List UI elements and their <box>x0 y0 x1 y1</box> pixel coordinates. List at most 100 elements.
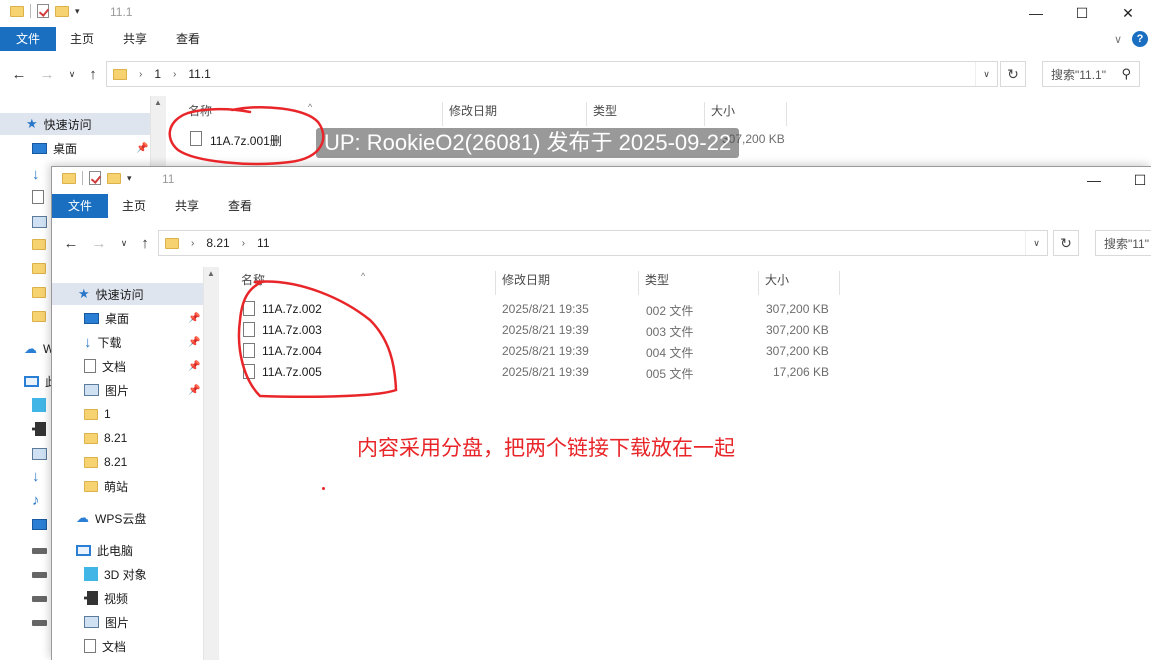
new-folder-icon[interactable] <box>107 172 121 184</box>
maximize-button[interactable]: ☐ <box>1059 0 1105 26</box>
back-button[interactable]: ← <box>10 64 28 84</box>
search-input[interactable]: 搜索"11" <box>1095 230 1151 256</box>
annotation-text: 内容采用分盘，把两个链接下载放在一起 <box>357 437 735 460</box>
nav-pc-documents[interactable]: 文档 <box>84 635 202 657</box>
folder-icon <box>10 5 24 17</box>
file-type: 005 文件 <box>646 367 694 381</box>
column-type[interactable]: 类型 <box>645 271 669 288</box>
forward-button[interactable]: → <box>90 233 108 253</box>
nav-folder-mengzhan[interactable]: 萌站 <box>84 475 202 497</box>
nav-3d-objects[interactable]: 3D 对象 <box>84 563 202 585</box>
picture-icon <box>84 384 99 396</box>
table-row[interactable]: 11A.7z.004 2025/8/21 19:39 004 文件 307,20… <box>221 341 901 362</box>
nav-folder-1[interactable]: 1 <box>84 403 202 425</box>
close-button[interactable]: ✕ <box>1105 0 1151 26</box>
table-row[interactable]: 11A.7z.002 2025/8/21 19:35 002 文件 307,20… <box>221 299 901 320</box>
address-bar[interactable]: › 1 › 11.1 ∨ <box>106 61 998 87</box>
nav-quick-access[interactable]: ★ 快速访问 <box>52 283 203 305</box>
tab-home[interactable]: 主页 <box>70 27 94 51</box>
nav-folder-8-21-b[interactable]: 8.21 <box>84 451 202 473</box>
address-bar[interactable]: › 8.21 › 11 ∨ <box>158 230 1048 256</box>
table-row[interactable]: 11A.7z.005 2025/8/21 19:39 005 文件 17,206… <box>221 362 901 383</box>
nav-this-pc[interactable]: 此电脑 <box>76 539 202 561</box>
breadcrumb-item[interactable]: 11.1 <box>188 67 210 81</box>
drive-icon <box>32 596 47 602</box>
drive-icon <box>32 620 47 626</box>
column-type[interactable]: 类型 <box>593 102 617 119</box>
customize-toolbar-icon[interactable]: ▾ <box>127 173 132 184</box>
folder-icon <box>84 456 98 468</box>
nav-folder-8-21[interactable]: 8.21 <box>84 427 202 449</box>
minimize-button[interactable]: — <box>1071 167 1117 193</box>
video-icon <box>84 591 98 605</box>
breadcrumb-item[interactable]: 8.21 <box>206 236 229 250</box>
nav-desktop[interactable]: 桌面 📌 <box>84 307 202 329</box>
folder-icon <box>84 432 98 444</box>
nav-desktop[interactable]: 桌面 📌 <box>32 137 150 159</box>
annotation-dot <box>322 487 325 490</box>
tab-view[interactable]: 查看 <box>228 194 252 218</box>
column-date[interactable]: 修改日期 <box>449 102 497 119</box>
nav-documents[interactable]: 文档 📌 <box>84 355 202 377</box>
customize-toolbar-icon[interactable]: ▾ <box>75 6 80 17</box>
back-button[interactable]: ← <box>62 233 80 253</box>
column-size[interactable]: 大小 <box>765 271 789 288</box>
up-button[interactable]: ↑ <box>84 64 102 84</box>
tab-home[interactable]: 主页 <box>122 194 146 218</box>
maximize-button[interactable]: ☐ <box>1117 167 1151 193</box>
minimize-button[interactable]: — <box>1013 0 1059 26</box>
folder-icon <box>32 263 46 274</box>
explorer-window-front: ▾ 11 — ☐ 文件 主页 共享 查看 ← → ∨ ↑ › 8.21 › 11… <box>51 166 1151 660</box>
column-date[interactable]: 修改日期 <box>502 271 550 288</box>
new-folder-icon[interactable] <box>55 5 69 17</box>
pin-icon[interactable]: 📌 <box>188 313 200 324</box>
folder-icon <box>32 287 46 298</box>
up-button[interactable]: ↑ <box>136 233 154 253</box>
title-bar: ▾ 11.1 — ☐ ✕ <box>0 0 1151 26</box>
sort-ascending-icon: ^ <box>361 271 366 281</box>
3d-objects-icon <box>84 567 98 581</box>
recent-locations-button[interactable]: ∨ <box>115 233 133 253</box>
breadcrumb-item[interactable]: 1 <box>154 67 161 81</box>
picture-icon <box>32 448 47 460</box>
column-name[interactable]: 名称 <box>241 271 265 288</box>
tab-file[interactable]: 文件 <box>52 194 108 218</box>
download-icon: ↓ <box>32 468 40 485</box>
nav-downloads[interactable]: ↓ 下载 📌 <box>84 331 202 353</box>
column-name[interactable]: 名称 <box>188 102 212 119</box>
properties-icon[interactable] <box>37 4 49 18</box>
recent-locations-button[interactable]: ∨ <box>63 64 81 84</box>
tab-share[interactable]: 共享 <box>123 27 147 51</box>
file-icon <box>243 322 255 337</box>
search-input[interactable]: 搜索"11.1" ⚲ <box>1042 61 1140 87</box>
breadcrumb-item[interactable]: 11 <box>257 236 269 250</box>
tab-file[interactable]: 文件 <box>0 27 56 51</box>
properties-icon[interactable] <box>89 171 101 185</box>
address-dropdown-icon[interactable]: ∨ <box>1025 231 1047 255</box>
column-size[interactable]: 大小 <box>711 102 735 119</box>
nav-wps-cloud[interactable]: ☁ WPS云盘 <box>76 507 202 529</box>
pin-icon[interactable]: 📌 <box>188 385 200 396</box>
nav-videos[interactable]: 视频 <box>84 587 202 609</box>
computer-icon <box>24 375 39 387</box>
ribbon-tabs: 文件 主页 共享 查看 ∨ ? <box>0 27 1151 51</box>
nav-quick-access[interactable]: ★ 快速访问 <box>0 113 150 135</box>
forward-button[interactable]: → <box>38 64 56 84</box>
nav-wps-cloud[interactable]: ☁ W <box>24 338 54 360</box>
expand-ribbon-icon[interactable]: ∨ <box>1114 33 1122 46</box>
pin-icon[interactable]: 📌 <box>188 361 200 372</box>
table-row[interactable]: 11A.7z.003 2025/8/21 19:39 003 文件 307,20… <box>221 320 901 341</box>
help-icon[interactable]: ? <box>1132 31 1148 47</box>
refresh-button[interactable]: ↻ <box>1000 61 1026 87</box>
tab-share[interactable]: 共享 <box>175 194 199 218</box>
nav-pc-pictures[interactable]: 图片 <box>84 611 202 633</box>
refresh-button[interactable]: ↻ <box>1053 230 1079 256</box>
nav-scrollbar[interactable]: ▲ <box>203 267 219 660</box>
tab-view[interactable]: 查看 <box>176 27 200 51</box>
pin-icon[interactable]: 📌 <box>136 143 148 154</box>
nav-this-pc[interactable]: 此 <box>24 370 57 392</box>
pin-icon[interactable]: 📌 <box>188 337 200 348</box>
nav-pictures[interactable]: 图片 📌 <box>84 379 202 401</box>
file-icon <box>190 131 202 146</box>
address-dropdown-icon[interactable]: ∨ <box>975 62 997 86</box>
